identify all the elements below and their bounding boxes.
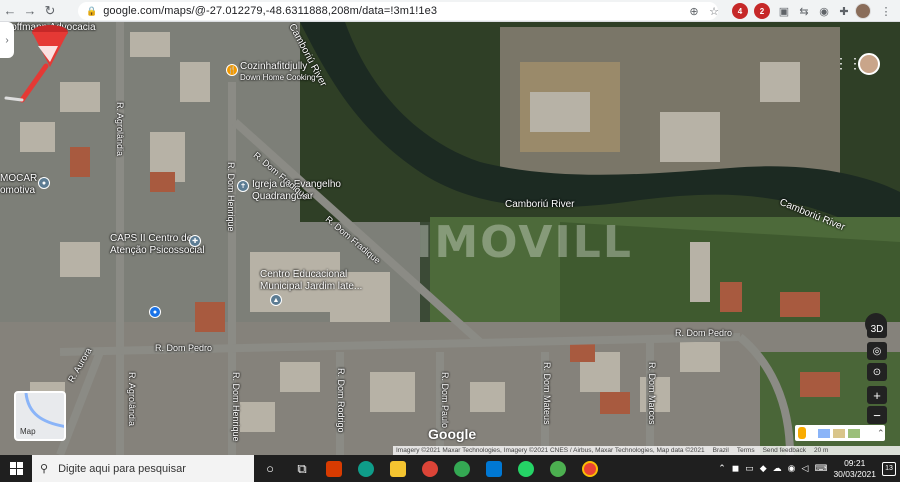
clock-date: 30/03/2021 <box>833 468 876 479</box>
windows-logo-icon <box>9 462 23 475</box>
puzzle-icon[interactable]: ✚ <box>836 3 852 19</box>
address-bar[interactable]: 🔒 google.com/maps/@-27.012279,-48.631188… <box>78 2 718 20</box>
volume-icon[interactable]: ◁ <box>802 463 809 474</box>
watermark: IMOVILL <box>416 217 633 268</box>
hospital-icon[interactable]: ✚ <box>189 235 201 247</box>
whatsapp-icon[interactable] <box>510 455 542 482</box>
imagery-thumb-icon-2[interactable] <box>833 428 845 438</box>
label-cozinha[interactable]: Cozinhafitdjully <box>240 61 307 72</box>
file-explorer-icon[interactable] <box>382 455 414 482</box>
map-attribution-bar: Imagery ©2021 Maxar Technologies, Imager… <box>393 446 900 455</box>
expand-icon[interactable]: ⌃ <box>877 428 885 439</box>
start-button[interactable] <box>0 455 32 482</box>
cloud-icon[interactable]: ☁ <box>773 463 782 474</box>
imagery-attribution: Imagery ©2021 Maxar Technologies, Imager… <box>396 447 705 454</box>
extension-icon-3[interactable]: ◉ <box>816 3 832 19</box>
label-r-agrolandia: R. Agrolândia <box>115 102 125 157</box>
label-r-dom-pedro-2: R. Dom Pedro <box>675 328 733 338</box>
kebab-menu-icon[interactable]: ⋮ <box>878 3 894 19</box>
car-shop-icon[interactable]: ● <box>38 177 50 189</box>
app-icon-green[interactable] <box>542 455 574 482</box>
scale-label[interactable]: 20 m <box>814 447 828 454</box>
taskbar-search[interactable]: ⚲ Digite aqui para pesquisar <box>32 455 254 482</box>
church-icon[interactable]: ✝ <box>237 180 249 192</box>
extension-badge-icon-2[interactable]: 2 <box>754 3 770 19</box>
satellite-map[interactable]: Hoffmann Advocacia 🍴 Cozinhafitdjully Do… <box>0 22 900 455</box>
keyboard-icon[interactable]: ⌨ <box>814 463 827 474</box>
label-r-dom-pedro: R. Dom Pedro <box>155 343 213 353</box>
3d-button[interactable]: 3D <box>867 320 887 338</box>
label-r-dom-marcos: R. Dom Marcos <box>647 362 657 425</box>
map-layer-thumbnail[interactable]: Map <box>14 391 66 441</box>
url-text: google.com/maps/@-27.012279,-48.6311888,… <box>103 5 438 17</box>
my-location-icon[interactable]: ⊙ <box>867 363 887 381</box>
clock[interactable]: 09:21 30/03/2021 <box>833 458 876 480</box>
place-icon[interactable]: ● <box>149 306 161 318</box>
globe-icon[interactable]: ◎ <box>867 342 887 360</box>
extension-badge-icon[interactable]: 4 <box>732 3 748 19</box>
label-r-dom-mateus: R. Dom Mateus <box>542 362 552 425</box>
apps-grid-icon[interactable]: ⋮⋮ <box>834 56 862 70</box>
google-logo: Google <box>428 426 477 442</box>
label-caps[interactable]: CAPS II Centro de <box>110 233 192 244</box>
extension-icon-2[interactable]: ⇆ <box>796 3 812 19</box>
region-link[interactable]: Brazil <box>713 447 729 454</box>
thumbnail-label: Map <box>20 427 36 436</box>
mail-icon[interactable] <box>478 455 510 482</box>
label-mocar-2: omotiva <box>0 185 36 196</box>
feedback-link[interactable]: Send feedback <box>763 447 806 454</box>
chrome-icon-2[interactable] <box>574 455 606 482</box>
system-tray: ⌃ ◼ ▭ ◆ ☁ ◉ ◁ ⌨ 09:21 30/03/2021 13 <box>718 455 900 482</box>
bookmark-star-icon[interactable]: ☆ <box>706 3 722 19</box>
imagery-thumb-icon[interactable] <box>818 428 830 438</box>
tray-app-icon-3[interactable]: ◆ <box>760 463 767 474</box>
network-icon[interactable]: ◉ <box>788 463 796 474</box>
label-r-dom-henrique-2: R. Dom Henrique <box>231 372 241 442</box>
label-centro-2: Municipal Jardim late... <box>260 281 363 292</box>
back-icon[interactable]: ← <box>0 0 20 22</box>
lock-icon: 🔒 <box>86 5 98 16</box>
app-icon-office[interactable] <box>318 455 350 482</box>
zoom-out-button[interactable]: − <box>867 406 887 424</box>
share-icon[interactable]: ⊕ <box>686 3 702 19</box>
clock-time: 09:21 <box>844 457 866 468</box>
cortana-icon[interactable]: ○ <box>254 455 286 482</box>
user-avatar[interactable] <box>858 53 880 75</box>
terms-link[interactable]: Terms <box>737 447 755 454</box>
profile-avatar[interactable] <box>855 3 871 19</box>
forward-icon[interactable]: → <box>20 0 40 22</box>
tray-arrow-icon[interactable]: ⌃ <box>718 463 726 474</box>
notifications-icon[interactable]: 13 <box>882 461 896 476</box>
label-r-dom-rodrigo: R. Dom Rodrigo <box>336 368 346 433</box>
tray-app-icon[interactable]: ◼ <box>732 463 739 474</box>
label-mocar[interactable]: MOCAR - <box>0 173 43 184</box>
street-view-control[interactable]: ⌃ <box>795 425 885 441</box>
label-river-2: Camboriú River <box>505 199 575 210</box>
search-placeholder: Digite aqui para pesquisar <box>58 462 186 475</box>
tray-app-icon-2[interactable]: ▭ <box>745 463 754 474</box>
label-r-dom-henrique: R. Dom Henrique <box>226 162 236 232</box>
search-icon: ⚲ <box>40 463 49 475</box>
extension-icon[interactable]: ▣ <box>776 3 792 19</box>
school-icon[interactable]: ▲ <box>270 294 282 306</box>
imagery-thumb-icon-3[interactable] <box>848 428 860 438</box>
windows-taskbar: ⚲ Digite aqui para pesquisar ○ ⧉ ⌃ ◼ ▭ ◆… <box>0 455 900 482</box>
restaurant-icon[interactable]: 🍴 <box>226 64 238 76</box>
browser-toolbar: ← → ↻ 🔒 google.com/maps/@-27.012279,-48.… <box>0 0 900 22</box>
collapse-panel-button[interactable]: › <box>0 22 14 58</box>
label-caps-2: Atenção Psicossocial <box>110 245 205 256</box>
chrome-icon[interactable] <box>414 455 446 482</box>
task-view-icon[interactable]: ⧉ <box>286 455 318 482</box>
edge-icon[interactable] <box>350 455 382 482</box>
zoom-in-button[interactable]: + <box>867 386 887 404</box>
pegman-icon[interactable] <box>798 427 806 439</box>
label-centro[interactable]: Centro Educacional <box>260 269 347 280</box>
label-cozinha-sub: Down Home Cooking <box>240 73 316 82</box>
app-icon-photos[interactable] <box>446 455 478 482</box>
label-r-agrolandia-2: R. Agrolândia <box>127 372 137 427</box>
label-r-dom-paulo: R. Dom Paulo <box>440 372 450 429</box>
reload-icon[interactable]: ↻ <box>40 0 60 22</box>
